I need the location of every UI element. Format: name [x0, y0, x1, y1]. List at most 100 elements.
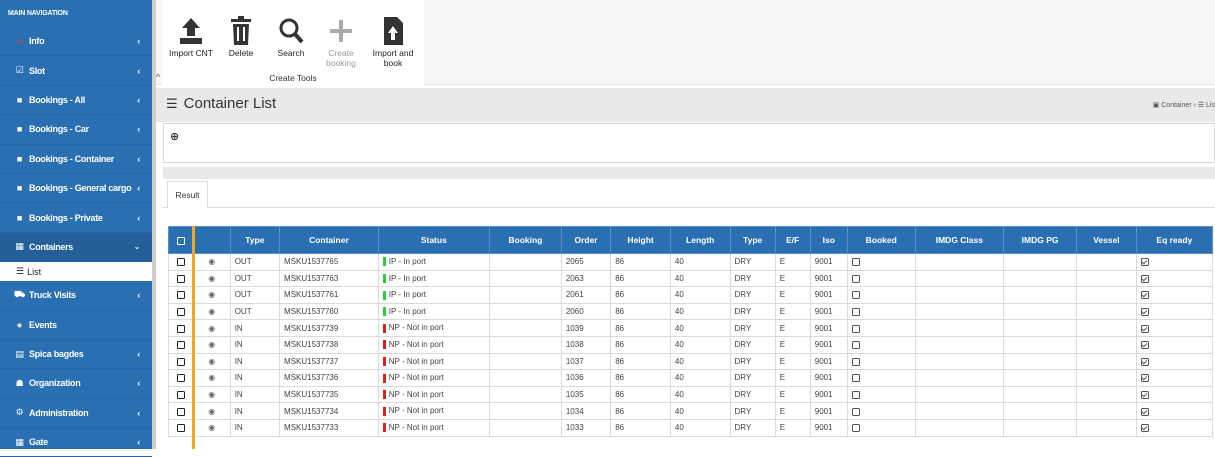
booked-checkbox[interactable] — [851, 407, 860, 416]
cell-eq-ready[interactable] — [1135, 319, 1214, 337]
row-select-cell[interactable] — [168, 418, 194, 437]
table-row[interactable]: ◉ IN MSKU1537739 NP - Not in port 1039 86 40 DR… — [168, 319, 1214, 337]
row-checkbox[interactable] — [176, 324, 185, 333]
row-select-cell[interactable] — [168, 369, 194, 387]
sidebar-item-bookings-car[interactable]: ■ Bookings - Car ‹ — [0, 115, 152, 145]
sidebar-item-bookings-container[interactable]: ■ Bookings - Container ‹ — [0, 145, 152, 174]
table-row[interactable]: ◉ IN MSKU1537733 NP - Not in port 1033 86 40 DR… — [168, 418, 1214, 437]
view-cell[interactable]: ◉ — [192, 352, 231, 371]
table-row[interactable]: ◉ OUT MSKU1537763 IP - In port 2063 86 40 DRY E 9… — [168, 269, 1214, 288]
select-all-checkbox[interactable] — [176, 236, 185, 245]
eye-icon[interactable]: ◉ — [208, 423, 215, 432]
row-checkbox[interactable] — [176, 424, 185, 433]
eq-ready-checkbox[interactable] — [1140, 407, 1149, 416]
row-select-cell[interactable] — [168, 286, 194, 304]
cell-booked[interactable] — [846, 335, 916, 354]
table-row[interactable]: ◉ IN MSKU1537736 NP - Not in port 1036 86 40 DR… — [168, 369, 1214, 387]
eq-ready-checkbox[interactable] — [1140, 291, 1149, 300]
booked-checkbox[interactable] — [851, 324, 860, 333]
table-row[interactable]: ◉ IN MSKU1537737 NP - Not in port 1037 86 40 DR… — [168, 352, 1214, 371]
sidebar-subitem-list[interactable]: ☰ List — [0, 262, 152, 282]
view-cell[interactable]: ◉ — [192, 253, 231, 271]
sidebar-item-events[interactable]: ● Events — [0, 311, 152, 340]
sidebar-item-truck-visits[interactable]: ⛟ Truck Visits ‹ — [0, 281, 152, 311]
cell-eq-ready[interactable] — [1135, 269, 1214, 288]
zoom-in-icon[interactable]: ⊕ — [170, 130, 179, 143]
cell-eq-ready[interactable] — [1135, 385, 1214, 404]
view-cell[interactable]: ◉ — [192, 335, 231, 354]
table-row[interactable]: ◉ IN MSKU1537735 NP - Not in port 1035 86 40 DR… — [168, 385, 1214, 404]
search-button[interactable]: Search — [266, 0, 316, 58]
row-select-cell[interactable] — [168, 335, 194, 354]
cell-booked[interactable] — [846, 319, 916, 337]
eye-icon[interactable]: ◉ — [208, 324, 215, 333]
row-select-cell[interactable] — [168, 253, 194, 271]
booked-checkbox[interactable] — [851, 307, 860, 316]
cell-booked[interactable] — [846, 402, 916, 420]
cell-eq-ready[interactable] — [1135, 369, 1214, 387]
booked-checkbox[interactable] — [851, 390, 860, 399]
view-cell[interactable]: ◉ — [192, 402, 231, 420]
cell-booked[interactable] — [846, 269, 916, 288]
eq-ready-checkbox[interactable] — [1140, 424, 1149, 433]
breadcrumb[interactable]: ▣ Container › ☰ Lis — [1153, 101, 1215, 109]
row-checkbox[interactable] — [176, 274, 185, 283]
eye-icon[interactable]: ◉ — [208, 340, 215, 349]
row-checkbox[interactable] — [176, 374, 185, 383]
eye-icon[interactable]: ◉ — [208, 390, 215, 399]
cell-booked[interactable] — [846, 385, 916, 404]
cell-booked[interactable] — [846, 352, 916, 371]
table-row[interactable]: ◉ OUT MSKU1537760 IP - In port 2060 86 40 DRY E 9… — [168, 302, 1214, 321]
table-row[interactable]: ◉ IN MSKU1537738 NP - Not in port 1038 86 40 DR… — [168, 335, 1214, 354]
row-checkbox[interactable] — [176, 307, 185, 316]
booked-checkbox[interactable] — [851, 258, 860, 267]
view-cell[interactable]: ◉ — [192, 369, 231, 387]
table-row[interactable]: ◉ OUT MSKU1537765 IP - In port 2065 86 40 DRY E 9… — [168, 253, 1214, 271]
import-cnt-button[interactable]: Import CNT — [166, 0, 216, 58]
booked-checkbox[interactable] — [851, 357, 860, 366]
view-cell[interactable]: ◉ — [192, 385, 231, 404]
cell-eq-ready[interactable] — [1135, 402, 1214, 420]
row-select-cell[interactable] — [168, 319, 194, 337]
sidebar-item-bookings-all[interactable]: ■ Bookings - All ‹ — [0, 86, 152, 116]
row-checkbox[interactable] — [176, 258, 185, 267]
sidebar-item-spica-bagdes[interactable]: ▤ Spica bagdes ‹ — [0, 340, 152, 370]
cell-booked[interactable] — [846, 253, 916, 271]
import-and-book-button[interactable]: Import and book — [368, 0, 418, 68]
row-select-cell[interactable] — [168, 302, 194, 321]
booked-checkbox[interactable] — [851, 274, 860, 283]
eq-ready-checkbox[interactable] — [1140, 307, 1149, 316]
eye-icon[interactable]: ◉ — [208, 407, 215, 416]
eye-icon[interactable]: ◉ — [208, 357, 215, 366]
booked-checkbox[interactable] — [851, 424, 860, 433]
cell-eq-ready[interactable] — [1135, 302, 1214, 321]
sidebar-item-administration[interactable]: ⚙ Administration ‹ — [0, 399, 152, 429]
sidebar-item-slot[interactable]: ☑ Slot ‹ — [0, 56, 152, 86]
eq-ready-checkbox[interactable] — [1140, 357, 1149, 366]
row-select-cell[interactable] — [168, 269, 194, 288]
eq-ready-checkbox[interactable] — [1140, 374, 1149, 383]
view-cell[interactable]: ◉ — [192, 269, 231, 288]
cell-eq-ready[interactable] — [1135, 253, 1214, 271]
select-all-header[interactable] — [168, 226, 194, 254]
row-checkbox[interactable] — [176, 341, 185, 350]
cell-booked[interactable] — [846, 369, 916, 387]
sidebar-item-info[interactable]: ⚠ Info ‹ — [0, 27, 152, 57]
cell-eq-ready[interactable] — [1135, 286, 1214, 304]
cell-eq-ready[interactable] — [1135, 352, 1214, 371]
row-checkbox[interactable] — [176, 407, 185, 416]
row-checkbox[interactable] — [176, 357, 185, 366]
eq-ready-checkbox[interactable] — [1140, 324, 1149, 333]
eye-icon[interactable]: ◉ — [208, 373, 215, 382]
cell-booked[interactable] — [846, 418, 916, 437]
eye-icon[interactable]: ◉ — [208, 274, 215, 283]
sidebar-item-organization[interactable]: ☗ Organization ‹ — [0, 369, 152, 399]
row-checkbox[interactable] — [176, 390, 185, 399]
cell-booked[interactable] — [846, 302, 916, 321]
view-cell[interactable]: ◉ — [192, 319, 231, 337]
collapse-toolbar-icon[interactable]: ^ — [156, 72, 160, 82]
cell-eq-ready[interactable] — [1135, 418, 1214, 437]
view-cell[interactable]: ◉ — [192, 418, 231, 437]
sidebar-item-gate[interactable]: ▦ Gate ‹ — [0, 428, 152, 457]
cell-eq-ready[interactable] — [1135, 335, 1214, 354]
